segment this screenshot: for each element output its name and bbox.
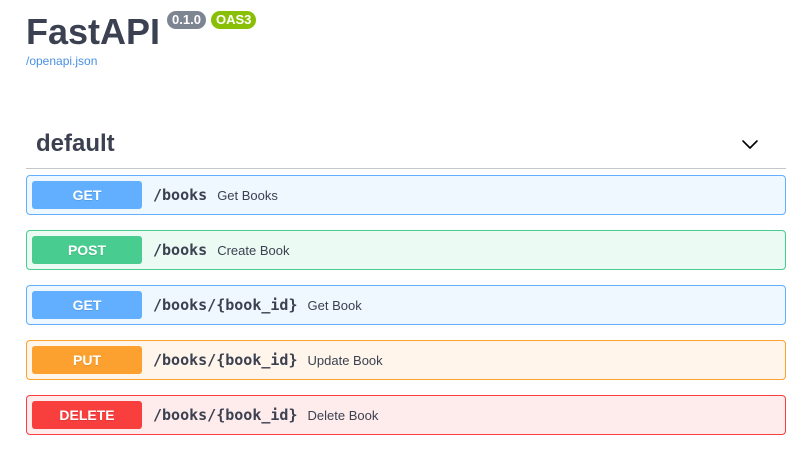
tag-header-default[interactable]: default	[26, 120, 786, 169]
operation-put-book[interactable]: PUT /books/{book_id} Update Book	[26, 340, 786, 380]
method-badge: GET	[32, 181, 142, 209]
operation-path: /books	[153, 186, 208, 204]
chevron-down-icon[interactable]	[740, 134, 760, 154]
operations-list: GET /books Get Books POST /books Create …	[26, 175, 786, 435]
operation-summary: Create Book	[217, 242, 290, 258]
operation-path: /books	[153, 241, 208, 259]
method-badge: POST	[32, 236, 142, 264]
version-badge: 0.1.0	[167, 11, 206, 29]
api-title: FastAPI	[26, 11, 161, 52]
operation-path: /books/{book_id}	[153, 406, 298, 424]
method-badge: PUT	[32, 346, 142, 374]
title-row: FastAPI 0.1.0 OAS3	[26, 10, 257, 54]
operation-get-books[interactable]: GET /books Get Books	[26, 175, 786, 215]
api-info: FastAPI 0.1.0 OAS3 /openapi.json	[26, 10, 257, 68]
operation-path: /books/{book_id}	[153, 296, 298, 314]
operation-summary: Delete Book	[307, 407, 379, 423]
openapi-json-link[interactable]: /openapi.json	[26, 54, 256, 68]
operation-summary: Update Book	[307, 352, 383, 368]
operation-path: /books/{book_id}	[153, 351, 298, 369]
method-badge: DELETE	[32, 401, 142, 429]
operation-delete-book[interactable]: DELETE /books/{book_id} Delete Book	[26, 395, 786, 435]
method-badge: GET	[32, 291, 142, 319]
tag-section-default: default GET /books Get Books POST /books…	[26, 120, 786, 450]
operation-summary: Get Books	[217, 187, 278, 203]
operation-post-books[interactable]: POST /books Create Book	[26, 230, 786, 270]
operation-summary: Get Book	[307, 297, 362, 313]
oas-badge: OAS3	[210, 11, 257, 29]
tag-name: default	[36, 130, 115, 157]
operation-get-book[interactable]: GET /books/{book_id} Get Book	[26, 285, 786, 325]
version-badges: 0.1.0 OAS3	[167, 11, 257, 29]
